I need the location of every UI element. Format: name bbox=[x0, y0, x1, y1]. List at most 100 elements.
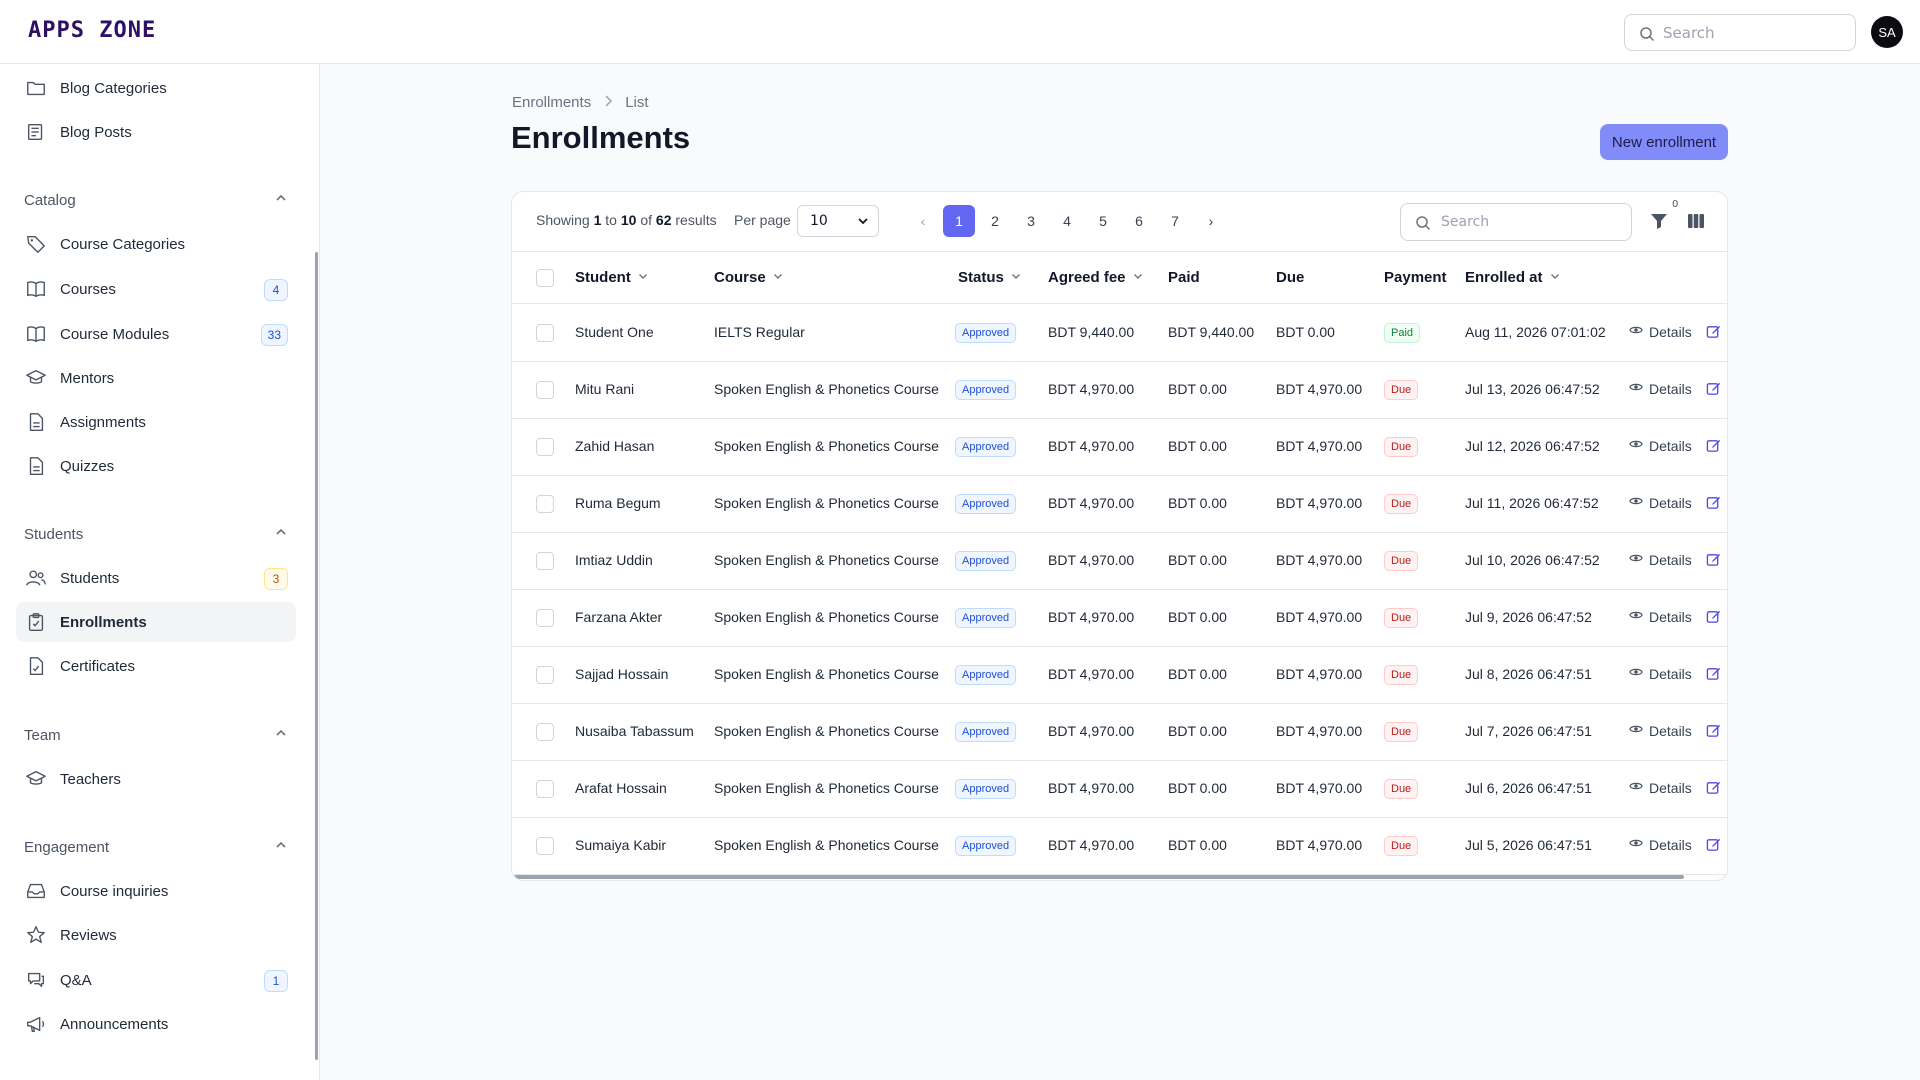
user-avatar[interactable]: SA bbox=[1871, 16, 1903, 48]
details-link[interactable]: Details bbox=[1629, 836, 1692, 853]
column-header-agreed-fee[interactable]: Agreed fee bbox=[1048, 269, 1144, 286]
table-row[interactable]: Nusaiba Tabassum Spoken English & Phoneti… bbox=[512, 704, 1727, 761]
details-link[interactable]: Details bbox=[1629, 551, 1692, 568]
row-select-checkbox[interactable] bbox=[536, 723, 554, 741]
per-page-select[interactable]: 10 bbox=[797, 205, 879, 237]
app-logo[interactable]: APPS ZONE bbox=[28, 18, 156, 43]
table-row[interactable]: Student One IELTS Regular Approved BDT 9,44… bbox=[512, 305, 1727, 362]
details-link[interactable]: Details bbox=[1629, 437, 1692, 454]
sidebar-scrollbar[interactable] bbox=[315, 252, 318, 1060]
eye-icon bbox=[1629, 551, 1643, 568]
details-link[interactable]: Details bbox=[1629, 722, 1692, 739]
sidebar-item-reviews[interactable]: Reviews bbox=[16, 915, 296, 955]
table-row[interactable]: Sajjad Hossain Spoken English & Phonetics… bbox=[512, 647, 1727, 704]
row-select-checkbox[interactable] bbox=[536, 609, 554, 627]
pagination-page-5[interactable]: 5 bbox=[1085, 205, 1121, 237]
details-link[interactable]: Details bbox=[1629, 380, 1692, 397]
book-icon bbox=[24, 277, 48, 301]
agreed-fee: BDT 4,970.00 bbox=[1048, 609, 1135, 625]
sidebar-item-announcements[interactable]: Announcements bbox=[16, 1004, 296, 1044]
filter-icon[interactable] bbox=[1649, 211, 1673, 235]
details-label: Details bbox=[1649, 665, 1692, 682]
details-link[interactable]: Details bbox=[1629, 323, 1692, 340]
sidebar-item-blog-posts[interactable]: Blog Posts bbox=[16, 112, 296, 152]
document-icon bbox=[24, 410, 48, 434]
select-all-checkbox[interactable] bbox=[536, 269, 554, 287]
sidebar-item-course-categories[interactable]: Course Categories bbox=[16, 224, 296, 264]
edit-icon[interactable] bbox=[1706, 381, 1722, 397]
row-select-checkbox[interactable] bbox=[536, 495, 554, 513]
row-select-checkbox[interactable] bbox=[536, 324, 554, 342]
edit-icon[interactable] bbox=[1706, 837, 1722, 853]
details-link[interactable]: Details bbox=[1629, 608, 1692, 625]
edit-icon[interactable] bbox=[1706, 438, 1722, 454]
row-select-checkbox[interactable] bbox=[536, 837, 554, 855]
details-link[interactable]: Details bbox=[1629, 665, 1692, 682]
row-select-checkbox[interactable] bbox=[536, 438, 554, 456]
sidebar-group-catalog[interactable]: Catalog bbox=[24, 188, 288, 212]
chevron-up-icon[interactable] bbox=[274, 726, 288, 744]
table-row[interactable]: Sumaiya Kabir Spoken English & Phonetics … bbox=[512, 818, 1727, 875]
details-link[interactable]: Details bbox=[1629, 494, 1692, 511]
sidebar-item-quizzes[interactable]: Quizzes bbox=[16, 446, 296, 486]
sidebar-group-engagement[interactable]: Engagement bbox=[24, 835, 288, 859]
details-link[interactable]: Details bbox=[1629, 779, 1692, 796]
edit-icon[interactable] bbox=[1706, 723, 1722, 739]
sidebar-item-assignments[interactable]: Assignments bbox=[16, 402, 296, 442]
sidebar-item-certificates[interactable]: Certificates bbox=[16, 646, 296, 686]
pagination-page-3[interactable]: 3 bbox=[1013, 205, 1049, 237]
table-row[interactable]: Arafat Hossain Spoken English & Phonetics… bbox=[512, 761, 1727, 818]
sidebar-item-mentors[interactable]: Mentors bbox=[16, 358, 296, 398]
global-search-input[interactable]: Search bbox=[1624, 14, 1856, 51]
edit-icon[interactable] bbox=[1706, 552, 1722, 568]
pagination-page-1[interactable]: 1 bbox=[943, 205, 975, 237]
chevron-up-icon[interactable] bbox=[274, 838, 288, 856]
pagination-page-2[interactable]: 2 bbox=[977, 205, 1013, 237]
eye-icon bbox=[1629, 836, 1643, 853]
edit-icon[interactable] bbox=[1706, 609, 1722, 625]
edit-icon[interactable] bbox=[1706, 324, 1722, 340]
sidebar-group-team[interactable]: Team bbox=[24, 723, 288, 747]
edit-icon[interactable] bbox=[1706, 495, 1722, 511]
pagination-next[interactable]: › bbox=[1193, 205, 1229, 237]
edit-icon[interactable] bbox=[1706, 666, 1722, 682]
sidebar-item-teachers[interactable]: Teachers bbox=[16, 759, 296, 799]
pagination-page-4[interactable]: 4 bbox=[1049, 205, 1085, 237]
sidebar-item-students[interactable]: Students 3 bbox=[16, 558, 296, 598]
row-select-checkbox[interactable] bbox=[536, 381, 554, 399]
chevron-up-icon[interactable] bbox=[274, 525, 288, 543]
table-row[interactable]: Mitu Rani Spoken English & Phonetics Cour… bbox=[512, 362, 1727, 419]
sidebar-item-courses[interactable]: Courses 4 bbox=[16, 269, 296, 309]
sidebar-group-students[interactable]: Students bbox=[24, 522, 288, 546]
row-select-checkbox[interactable] bbox=[536, 552, 554, 570]
sidebar-item-enrollments[interactable]: Enrollments bbox=[16, 602, 296, 642]
new-enrollment-button[interactable]: New enrollment bbox=[1600, 124, 1728, 160]
column-header-student[interactable]: Student bbox=[575, 269, 649, 286]
column-header-enrolled-at[interactable]: Enrolled at bbox=[1465, 269, 1561, 286]
edit-icon[interactable] bbox=[1706, 780, 1722, 796]
table-row[interactable]: Ruma Begum Spoken English & Phonetics Cou… bbox=[512, 476, 1727, 533]
pagination-page-6[interactable]: 6 bbox=[1121, 205, 1157, 237]
pagination-page-7[interactable]: 7 bbox=[1157, 205, 1193, 237]
sidebar-item-label: Blog Posts bbox=[60, 123, 132, 141]
column-header-status[interactable]: Status bbox=[958, 269, 1022, 286]
pagination-prev[interactable]: ‹ bbox=[905, 205, 941, 237]
row-select-checkbox[interactable] bbox=[536, 666, 554, 684]
sidebar-item-course-modules[interactable]: Course Modules 33 bbox=[16, 314, 296, 354]
paid-amount: BDT 0.00 bbox=[1168, 609, 1227, 625]
sidebar-item-blog-categories[interactable]: Blog Categories bbox=[16, 68, 296, 108]
columns-icon[interactable] bbox=[1686, 211, 1710, 235]
column-header-course[interactable]: Course bbox=[714, 269, 784, 286]
table-row[interactable]: Farzana Akter Spoken English & Phonetics … bbox=[512, 590, 1727, 647]
document-check-icon bbox=[24, 654, 48, 678]
breadcrumb-enrollments[interactable]: Enrollments bbox=[512, 94, 591, 111]
sidebar-item-qanda[interactable]: Q&A 1 bbox=[16, 960, 296, 1000]
table-search-input[interactable]: Search bbox=[1400, 203, 1632, 241]
table-horizontal-scrollbar[interactable] bbox=[514, 875, 1684, 879]
table-row[interactable]: Imtiaz Uddin Spoken English & Phonetics C… bbox=[512, 533, 1727, 590]
row-select-checkbox[interactable] bbox=[536, 780, 554, 798]
table-row[interactable]: Zahid Hasan Spoken English & Phonetics Co… bbox=[512, 419, 1727, 476]
chevron-up-icon[interactable] bbox=[274, 191, 288, 209]
sidebar-item-course-inquiries[interactable]: Course inquiries bbox=[16, 871, 296, 911]
details-label: Details bbox=[1649, 380, 1692, 397]
